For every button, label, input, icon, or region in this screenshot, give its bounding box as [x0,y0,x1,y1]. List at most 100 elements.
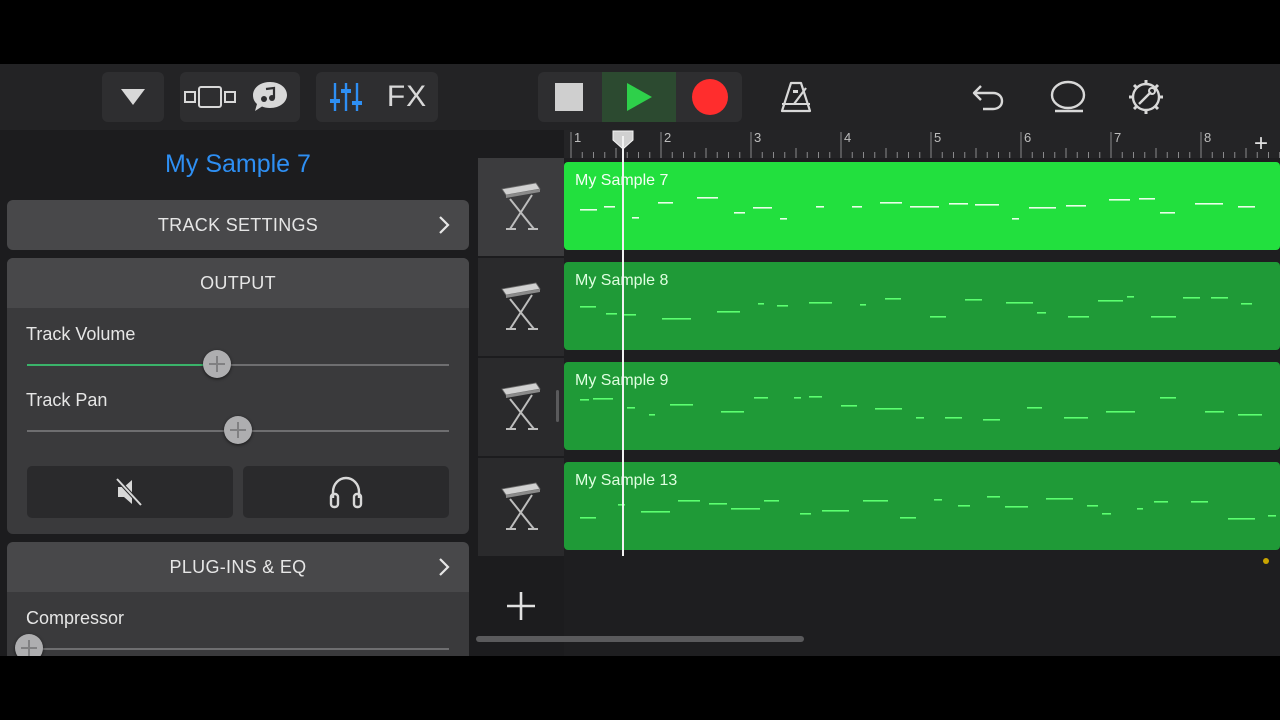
track-header[interactable] [478,158,564,256]
mixer-sliders-icon [330,83,362,111]
track-settings-button[interactable]: TRACK SETTINGS [7,200,469,250]
midi-note [841,405,857,407]
midi-note [1238,206,1255,208]
compressor-knob[interactable] [15,634,43,656]
midi-note [717,311,740,313]
browser-button[interactable] [102,72,164,122]
tracks-view-button[interactable] [180,72,240,122]
track-region[interactable]: My Sample 8 [564,262,1280,350]
vertical-scrollbar[interactable] [556,390,559,422]
midi-note [1191,501,1208,503]
plugins-eq-label: PLUG-INS & EQ [169,557,307,577]
midi-note [658,202,673,204]
midi-note [624,314,636,316]
midi-note [734,212,745,214]
horizontal-scrollbar[interactable] [476,636,804,642]
metronome-button[interactable] [768,72,824,122]
speaker-mute-icon [115,477,143,507]
plugins-eq-button[interactable]: PLUG-INS & EQ [7,542,469,592]
midi-note [580,517,596,519]
track-volume-slider[interactable] [27,346,449,382]
midi-note [753,207,772,209]
midi-note [670,404,693,406]
view-group [180,72,300,122]
midi-note [875,408,902,410]
play-button[interactable] [602,72,676,122]
midi-note [758,303,764,305]
volume-knob[interactable] [202,350,231,378]
midi-note [1139,198,1155,200]
midi-note [697,197,718,199]
midi-note [945,417,962,419]
plus-icon [507,592,535,620]
track-header[interactable] [478,458,564,556]
midi-note [721,411,744,413]
settings-button[interactable] [1118,72,1174,122]
headphones-icon [329,476,363,509]
midi-note [593,398,613,400]
volume-fill [27,364,217,366]
track-region[interactable]: My Sample 7 [564,162,1280,250]
midi-note [580,399,589,401]
midi-note [1005,506,1028,508]
keyboard-instrument-icon [501,282,541,330]
keyboard-instrument-icon [501,382,541,430]
bar-number: 1 [574,130,582,145]
gear-wrench-icon [1129,80,1163,114]
mute-button[interactable] [27,466,233,518]
track-volume-label: Track Volume [26,324,136,344]
midi-note [709,503,727,505]
stop-button[interactable] [538,72,600,122]
midi-note [975,204,999,206]
record-button[interactable] [678,72,742,122]
garageband-app: FX My Sample 7 TRACK SETTINGS OUTPUT Tra… [0,64,1280,656]
toolbar: FX [0,64,1280,130]
track-header[interactable] [478,258,564,356]
track-region[interactable]: My Sample 13 [564,462,1280,550]
track-controls-panel: My Sample 7 TRACK SETTINGS OUTPUT Track … [0,130,476,656]
compressor-slider[interactable] [15,630,449,656]
loop-browser-button[interactable] [1040,72,1096,122]
undo-button[interactable] [960,72,1016,122]
midi-notes [580,496,1276,520]
tracks-view-icon [184,86,236,108]
midi-note [809,302,832,304]
midi-notes [580,197,1255,220]
midi-note [1228,518,1255,520]
midi-note [1046,498,1073,500]
region-loop-dot [1263,558,1269,564]
add-section-button[interactable]: + [1254,130,1268,158]
midi-note [731,508,760,510]
track-lanes: My Sample 7 My Sample 8 My Sample 9 My Samp… [564,158,1280,656]
pan-knob[interactable] [224,416,252,444]
keyboard-instrument-icon [501,182,541,230]
midi-note [1238,414,1262,416]
track-pan-slider[interactable] [27,412,449,448]
midi-note [604,206,615,208]
track-region[interactable]: My Sample 9 [564,362,1280,450]
midi-note [794,397,801,399]
midi-note [800,513,811,515]
midi-note [662,318,691,320]
midi-note [1102,513,1111,515]
add-track-button[interactable] [478,576,564,636]
fx-button[interactable]: FX [376,72,438,122]
track-headers [478,158,564,656]
midi-note [987,496,1000,498]
midi-note [1012,218,1019,220]
track-header[interactable] [478,358,564,456]
midi-note [754,397,768,399]
playhead[interactable] [622,136,624,556]
midi-note [764,500,779,502]
timeline-ruler[interactable]: + 1 2 3 4 5 6 7 8 [564,130,1280,158]
triangle-down-icon [121,89,145,105]
midi-note [1109,199,1130,201]
record-icon [692,79,728,115]
chevron-right-icon [439,558,450,576]
solo-button[interactable] [243,466,449,518]
track-controls-button[interactable] [316,72,376,122]
loops-button[interactable] [240,72,300,122]
midi-note [1195,203,1223,205]
midi-note [934,499,942,501]
stop-icon [555,83,583,111]
